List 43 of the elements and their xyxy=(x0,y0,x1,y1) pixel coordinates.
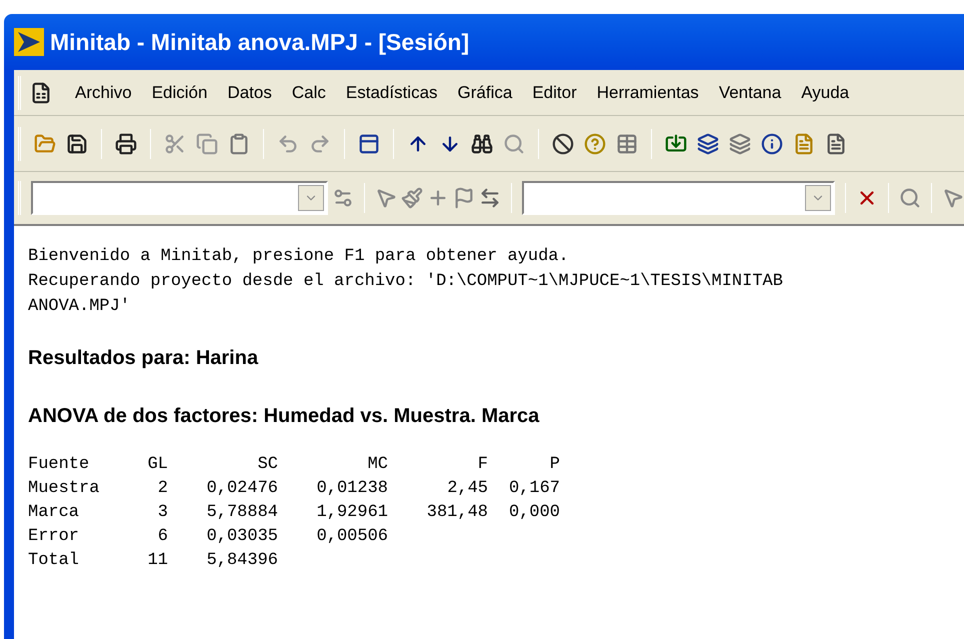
table-cell-text: 0,03035 xyxy=(206,526,278,548)
table-cell-text: 3 xyxy=(156,502,168,524)
table-cell-text: 11 xyxy=(146,550,168,572)
table-cell-text: 0,000 xyxy=(508,502,560,524)
table-cell-text: 381,48 xyxy=(426,502,488,524)
menu-item[interactable]: Ayuda xyxy=(801,80,850,106)
column-header: Fuente xyxy=(28,454,90,476)
anova-heading: ANOVA de dos factores: Humedad vs. Muestra. Marca xyxy=(28,404,540,429)
column-header: SC xyxy=(256,454,278,476)
menu-item[interactable]: Calc xyxy=(292,80,326,106)
menu-item[interactable]: Edición xyxy=(152,80,208,106)
table-cell-text: 0,02476 xyxy=(206,478,278,500)
menu-item[interactable]: Ventana xyxy=(718,80,782,106)
menu-item[interactable]: Datos xyxy=(227,80,272,106)
dropdown-field[interactable] xyxy=(522,181,835,215)
table-cell-text: 2 xyxy=(156,478,168,500)
table-cell-text: 6 xyxy=(156,526,168,548)
menu-item[interactable]: Archivo xyxy=(75,80,132,106)
table-cell-text: Total xyxy=(28,550,80,572)
table-cell-text: 0,01238 xyxy=(316,478,388,500)
table-cell-text: 0,00506 xyxy=(316,526,388,548)
menu-item[interactable]: Gráfica xyxy=(458,80,512,106)
dropdown-field[interactable] xyxy=(30,181,328,215)
column-header: GL xyxy=(146,454,168,476)
table-cell-text: 0,167 xyxy=(508,478,560,500)
table-cell-text: Marca xyxy=(28,502,80,524)
results-heading: Resultados para: Harina xyxy=(28,346,260,371)
menu-item[interactable]: Editor xyxy=(532,80,577,106)
table-cell-text: Muestra xyxy=(28,478,100,500)
app-logo-icon xyxy=(14,28,44,56)
table-cell-text: 2,45 xyxy=(446,478,488,500)
session-message: Bienvenido a Minitab, presione F1 para obtener ayuda. xyxy=(28,246,570,268)
table-cell-text: Error xyxy=(28,526,80,548)
menu-item[interactable]: Herramientas xyxy=(596,80,699,106)
table-cell-text: 5,78884 xyxy=(206,502,278,524)
column-header: F xyxy=(476,454,488,476)
menu-item[interactable]: Estadísticas xyxy=(346,80,438,106)
table-cell-text: 1,92961 xyxy=(316,502,388,524)
column-header: MC xyxy=(366,454,388,476)
session-message: Recuperando proyecto desde el archivo: 'D:\COMPUT~1\MJPUCE~1\TESIS\MINITAB ANOVA.MPJ' xyxy=(28,271,784,318)
window-title: Minitab - Minitab anova.MPJ - [Sesión] xyxy=(50,28,470,57)
table-cell-text: 5,84396 xyxy=(206,550,278,572)
column-header: P xyxy=(548,454,560,476)
